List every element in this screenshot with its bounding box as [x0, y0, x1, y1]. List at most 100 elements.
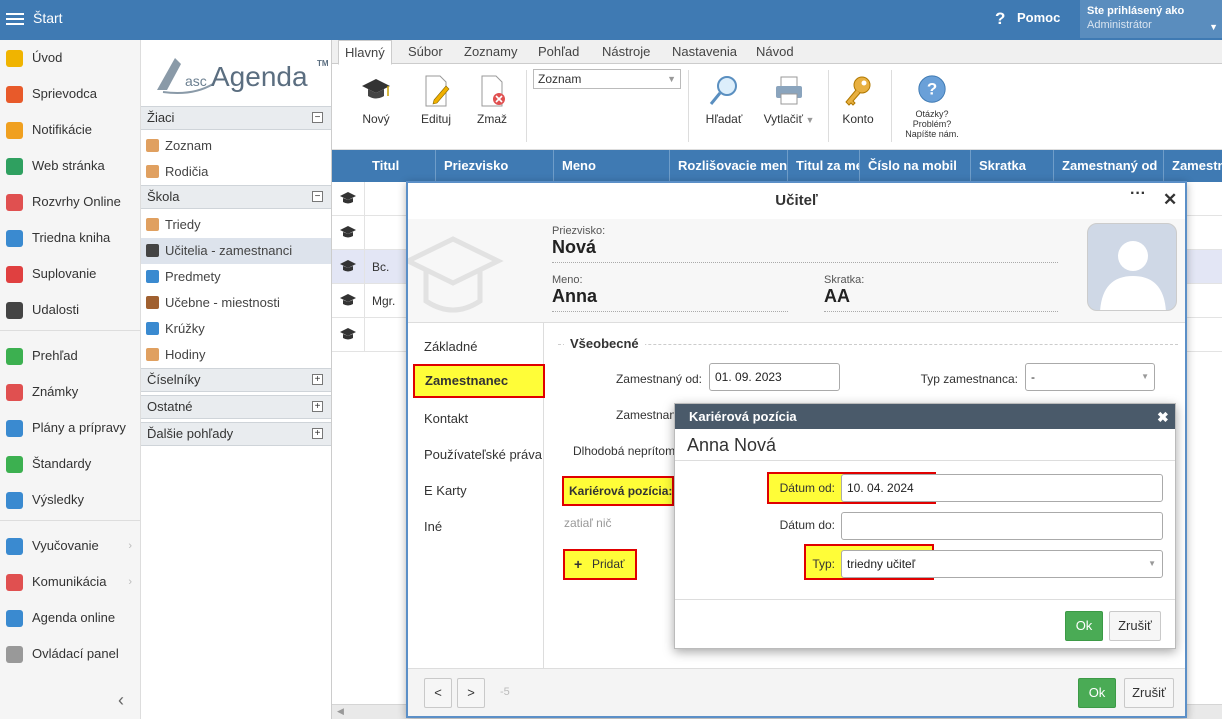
expand-icon[interactable]: + — [312, 428, 323, 439]
nav-item-12[interactable]: Štandardy — [0, 450, 140, 478]
tab-5[interactable]: Nástroje — [596, 40, 656, 64]
tree-item[interactable]: Učebne - miestnosti — [141, 290, 331, 316]
nav-item-7[interactable]: Suplovanie — [0, 260, 140, 288]
tab-7[interactable]: Návod — [750, 40, 800, 64]
column-header[interactable]: Titul za me — [788, 150, 860, 182]
help-icon[interactable]: ? — [995, 9, 1005, 29]
column-header[interactable]: Rozlišovacie meno — [670, 150, 788, 182]
nav-item-16[interactable]: Agenda online — [0, 604, 140, 632]
new-button[interactable]: Nový — [358, 74, 394, 126]
nav-item-9[interactable]: Prehľad — [0, 342, 140, 370]
tree-group-3[interactable]: Číselníky + — [141, 368, 331, 392]
nav-separator — [0, 520, 140, 521]
open-book-icon — [6, 538, 23, 555]
ok-button[interactable]: Ok — [1065, 611, 1103, 641]
envelope-icon — [6, 122, 23, 139]
tab-1[interactable]: Hlavný — [338, 40, 392, 65]
employment-type-select[interactable]: - ▼ — [1025, 363, 1155, 391]
column-header[interactable]: Skratka — [971, 150, 1054, 182]
nav-item-13[interactable]: Výsledky — [0, 486, 140, 514]
column-header[interactable]: Zamestnaný od — [1054, 150, 1164, 182]
column-header[interactable]: Meno — [554, 150, 670, 182]
ok-button[interactable]: Ok — [1078, 678, 1116, 708]
sidenav-contact[interactable]: Kontakt — [424, 411, 468, 426]
add-button[interactable]: + Pridať — [563, 549, 637, 580]
scroll-left-icon[interactable]: ◀ — [337, 706, 344, 717]
collapse-icon[interactable]: − — [312, 191, 323, 202]
tab-2[interactable]: Súbor — [402, 40, 449, 64]
date-from-input[interactable]: 10. 04. 2024 — [841, 474, 1163, 502]
find-button[interactable]: Hľadať — [704, 74, 744, 126]
tab-4[interactable]: Pohľad — [532, 40, 585, 64]
nav-item-8[interactable]: Udalosti — [0, 296, 140, 324]
surname-value[interactable]: Nová — [552, 237, 1058, 263]
tree-item[interactable]: Triedy — [141, 212, 331, 238]
user-menu[interactable]: Ste prihlásený ako Administrátor ▼ — [1080, 0, 1222, 38]
sidenav-other[interactable]: Iné — [424, 519, 442, 534]
employed-from-input[interactable]: 01. 09. 2023 — [709, 363, 840, 391]
print-button[interactable]: Vytlačiť ▼ — [760, 74, 818, 126]
nav-item-10[interactable]: Známky — [0, 378, 140, 406]
column-header[interactable]: Číslo na mobil — [860, 150, 971, 182]
tree-item[interactable]: Učitelia - zamestnanci — [141, 238, 331, 264]
help-link[interactable]: Pomoc — [1017, 10, 1060, 25]
nav-item-17[interactable]: Ovládací panel — [0, 640, 140, 668]
graduation-cap-icon — [340, 328, 356, 340]
tree-item[interactable]: Hodiny — [141, 342, 331, 368]
column-header[interactable]: Zamestn — [1164, 150, 1222, 182]
help-question-button[interactable]: ? Otázky? Problém? Napíšte nám. — [900, 74, 964, 139]
nav-item-11[interactable]: Plány a prípravy — [0, 414, 140, 442]
nav-item-4[interactable]: Web stránka — [0, 152, 140, 180]
cancel-button[interactable]: Zrušiť — [1124, 678, 1174, 708]
tree-group-2[interactable]: Škola − — [141, 185, 331, 209]
nav-item-5[interactable]: Rozvrhy Online — [0, 188, 140, 216]
photo-placeholder[interactable] — [1087, 223, 1177, 311]
name-value[interactable]: Anna — [552, 286, 788, 312]
tab-3[interactable]: Zoznamy — [458, 40, 523, 64]
column-header[interactable]: Priezvisko — [436, 150, 554, 182]
chevron-down-icon: ▼ — [667, 74, 676, 84]
close-icon[interactable]: ✕ — [1163, 190, 1177, 210]
tab-6[interactable]: Nastavenia — [666, 40, 743, 64]
ribbon-separator — [891, 70, 892, 142]
collapse-icon[interactable]: − — [312, 112, 323, 123]
column-header[interactable]: Titul — [364, 150, 436, 182]
tree-item[interactable]: Zoznam — [141, 133, 331, 159]
expand-icon[interactable]: + — [312, 374, 323, 385]
nav-item-6[interactable]: Triedna kniha — [0, 224, 140, 252]
more-icon[interactable]: ··· — [1130, 185, 1146, 203]
menu-icon[interactable] — [6, 10, 24, 28]
view-combo[interactable]: Zoznam ▼ — [533, 69, 681, 89]
account-button[interactable]: Konto — [840, 74, 876, 126]
sidenav-employee[interactable]: Zamestnanec — [413, 364, 545, 398]
tree-group-1[interactable]: Žiaci − — [141, 106, 331, 130]
nav-item-2[interactable]: Sprievodca — [0, 80, 140, 108]
start-label[interactable]: Štart — [33, 10, 63, 26]
nav-item-3[interactable]: Notifikácie — [0, 116, 140, 144]
type-select[interactable]: triedny učiteľ ▼ — [841, 550, 1163, 578]
cancel-button[interactable]: Zrušiť — [1109, 611, 1161, 641]
sidenav-basic[interactable]: Základné — [424, 339, 477, 354]
sidenav-ecards[interactable]: E Karty — [424, 483, 467, 498]
delete-button[interactable]: Zmaž — [474, 74, 510, 126]
next-button[interactable]: > — [457, 678, 485, 708]
tree-item-label: Zoznam — [165, 138, 212, 153]
edit-document-icon — [425, 75, 450, 107]
tree-item[interactable]: Krúžky — [141, 316, 331, 342]
date-to-input[interactable] — [841, 512, 1163, 540]
tree-item[interactable]: Rodičia — [141, 159, 331, 185]
nav-item-1[interactable]: Úvod — [0, 44, 140, 72]
tree-group-5[interactable]: Ďalšie pohľady + — [141, 422, 331, 446]
prev-button[interactable]: < — [424, 678, 452, 708]
printer-icon — [776, 76, 802, 105]
abbr-value[interactable]: AA — [824, 286, 1058, 312]
nav-item-14[interactable]: Vyučovanie › — [0, 532, 140, 560]
close-icon[interactable]: ✖ — [1157, 409, 1169, 426]
sidenav-user-rights[interactable]: Používateľské práva — [424, 447, 542, 462]
tree-item[interactable]: Predmety — [141, 264, 331, 290]
expand-icon[interactable]: + — [312, 401, 323, 412]
tree-group-4[interactable]: Ostatné + — [141, 395, 331, 419]
collapse-icon[interactable]: ‹ — [118, 690, 124, 711]
edit-button[interactable]: Edituj — [416, 74, 456, 126]
nav-item-15[interactable]: Komunikácia › — [0, 568, 140, 596]
